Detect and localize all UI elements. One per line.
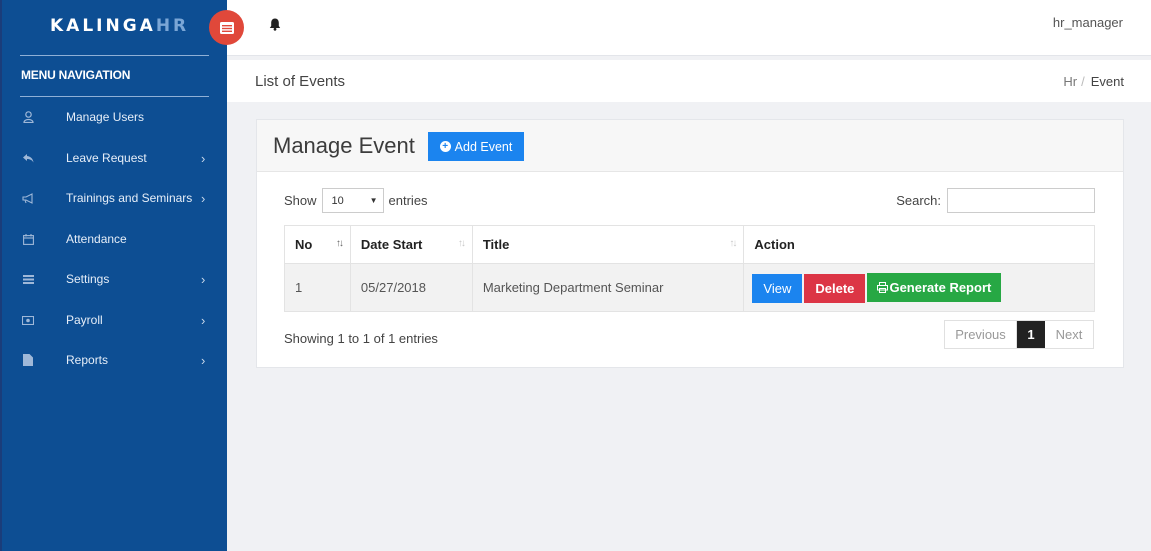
breadcrumb-current: Event bbox=[1090, 74, 1124, 89]
card-header: Manage Event + Add Event bbox=[257, 120, 1123, 172]
sidebar-item-label: Settings bbox=[66, 272, 110, 286]
breadcrumb-link-hr[interactable]: Hr bbox=[1063, 74, 1077, 89]
pagination-next[interactable]: Next bbox=[1045, 321, 1093, 348]
sidebar-toggle-button[interactable] bbox=[209, 10, 244, 45]
add-event-button[interactable]: + Add Event bbox=[428, 132, 524, 161]
plus-circle-icon: + bbox=[439, 141, 451, 152]
sidebar-item-leave-request[interactable]: Leave Request › bbox=[2, 138, 227, 178]
sidebar-item-label: Manage Users bbox=[66, 110, 145, 124]
sidebar-item-reports[interactable]: Reports › bbox=[2, 340, 227, 380]
reply-icon bbox=[21, 151, 35, 165]
pagination-page-1[interactable]: 1 bbox=[1017, 321, 1045, 348]
add-event-label: Add Event bbox=[454, 139, 513, 154]
chevron-right-icon: › bbox=[201, 150, 206, 166]
cell-title: Marketing Department Seminar bbox=[471, 263, 745, 312]
sidebar-item-label: Trainings and Seminars bbox=[66, 191, 193, 205]
brand-logo[interactable]: KALINGAHR bbox=[50, 16, 189, 36]
print-icon bbox=[877, 281, 889, 293]
sidebar-item-trainings-and-seminars[interactable]: Trainings and Seminars › bbox=[2, 178, 227, 218]
chevron-right-icon: › bbox=[201, 352, 206, 368]
page-title: List of Events bbox=[255, 73, 346, 90]
menu-heading: MENU NAVIGATION bbox=[21, 68, 131, 82]
menu-icon bbox=[219, 21, 234, 34]
list-icon bbox=[21, 272, 35, 286]
chevron-right-icon: › bbox=[201, 312, 206, 328]
sidebar-item-manage-users[interactable]: Manage Users bbox=[2, 97, 227, 137]
bell-icon[interactable] bbox=[269, 18, 281, 34]
table-row: 1 05/27/2018 Marketing Department Semina… bbox=[284, 263, 1095, 312]
sort-asc-icon: ↑↓ bbox=[335, 238, 344, 249]
view-button[interactable]: View bbox=[752, 273, 803, 303]
sidebar-item-settings[interactable]: Settings › bbox=[2, 259, 227, 299]
chevron-right-icon: › bbox=[201, 190, 206, 206]
length-suffix: entries bbox=[388, 193, 428, 208]
pagination: Previous 1 Next bbox=[944, 320, 1094, 349]
divider bbox=[20, 55, 209, 56]
megaphone-icon bbox=[21, 191, 35, 205]
user-icon bbox=[21, 110, 35, 124]
sort-icon: ↑↓ bbox=[457, 238, 466, 249]
breadcrumb-separator: / bbox=[1081, 74, 1085, 89]
entries-length-control: Show 10 ▼ entries bbox=[284, 188, 428, 213]
calendar-icon bbox=[21, 232, 35, 246]
sidebar-item-label: Attendance bbox=[66, 232, 127, 246]
search-input[interactable] bbox=[947, 188, 1095, 213]
column-header-date-start[interactable]: Date Start ↑↓ bbox=[349, 225, 473, 264]
pagination-previous[interactable]: Previous bbox=[945, 321, 1017, 348]
column-header-action: Action bbox=[743, 225, 1095, 264]
sidebar-item-payroll[interactable]: Payroll › bbox=[2, 300, 227, 340]
topbar: hr_manager bbox=[227, 0, 1151, 56]
events-table: No ↑↓ Date Start ↑↓ Title ↑↓ Action 1 05/27… bbox=[284, 225, 1095, 312]
generate-report-button[interactable]: Generate Report bbox=[867, 272, 1002, 302]
sidebar-item-label: Reports bbox=[66, 353, 109, 367]
search-control: Search: bbox=[896, 188, 1095, 213]
table-header-row: No ↑↓ Date Start ↑↓ Title ↑↓ Action bbox=[284, 225, 1095, 264]
column-header-title[interactable]: Title ↑↓ bbox=[471, 225, 745, 264]
entries-select-value: 10 bbox=[331, 194, 344, 207]
chevron-right-icon: › bbox=[201, 271, 206, 287]
events-card: Manage Event + Add Event Show 10 ▼ entri… bbox=[256, 119, 1124, 368]
length-prefix: Show bbox=[284, 193, 317, 208]
search-label: Search: bbox=[896, 193, 941, 208]
breadcrumb: Hr / Event bbox=[1063, 74, 1124, 89]
delete-button[interactable]: Delete bbox=[804, 273, 866, 303]
card-title: Manage Event bbox=[273, 133, 415, 158]
page-header: List of Events Hr / Event bbox=[227, 60, 1151, 102]
generate-report-label: Generate Report bbox=[889, 279, 992, 295]
table-info: Showing 1 to 1 of 1 entries bbox=[284, 331, 438, 346]
user-menu[interactable]: hr_manager bbox=[1053, 15, 1123, 30]
cell-no: 1 bbox=[284, 263, 351, 312]
sidebar: KALINGAHR MENU NAVIGATION Manage Users L… bbox=[0, 0, 227, 551]
entries-select[interactable]: 10 ▼ bbox=[321, 188, 384, 213]
column-header-no[interactable]: No ↑↓ bbox=[284, 225, 351, 264]
cell-date-start: 05/27/2018 bbox=[349, 263, 473, 312]
file-icon bbox=[21, 353, 35, 367]
sort-icon: ↑↓ bbox=[729, 238, 737, 249]
sidebar-item-label: Payroll bbox=[66, 313, 103, 327]
sidebar-item-attendance[interactable]: Attendance bbox=[2, 219, 227, 259]
money-icon bbox=[21, 313, 35, 327]
caret-down-icon: ▼ bbox=[369, 196, 378, 205]
cell-actions: View Delete Generate Report bbox=[743, 263, 1095, 312]
sidebar-item-label: Leave Request bbox=[66, 151, 147, 165]
